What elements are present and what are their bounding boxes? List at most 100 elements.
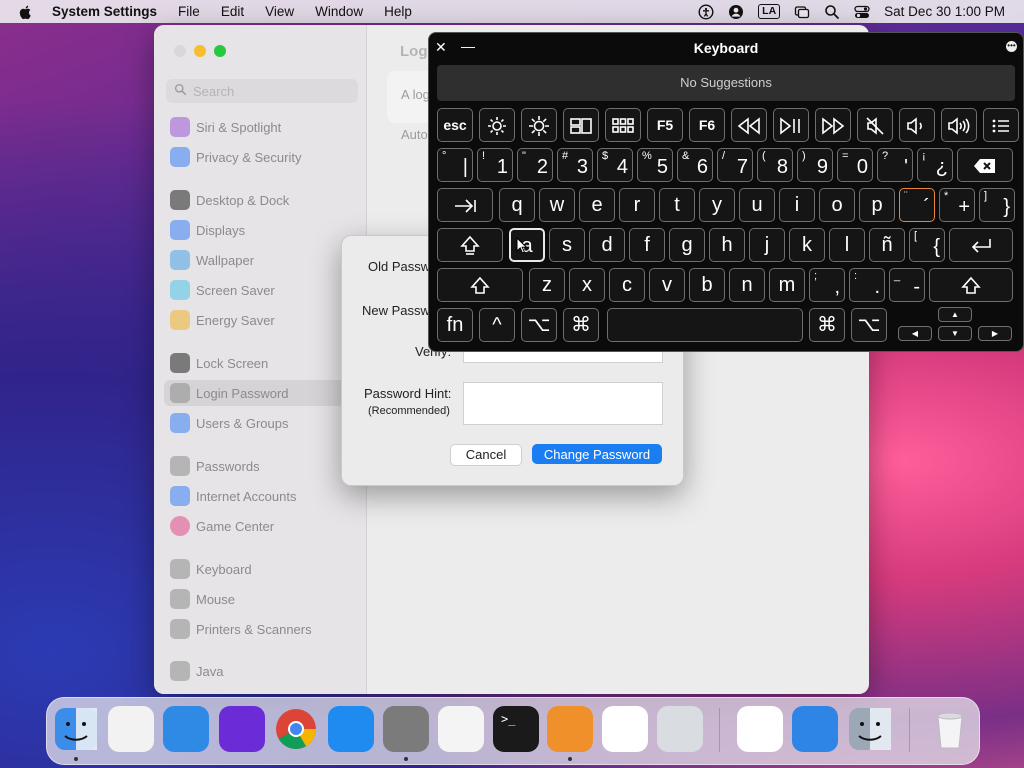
key-f5[interactable]: F5: [647, 108, 683, 142]
key-left-option[interactable]: ⌥: [521, 308, 557, 342]
menu-clock[interactable]: Sat Dec 30 1:00 PM: [884, 4, 1005, 19]
key-mission-control[interactable]: [563, 108, 599, 142]
sidebar-item-mouse[interactable]: Mouse: [164, 586, 354, 612]
key-k[interactable]: k: [789, 228, 825, 262]
key-d[interactable]: d: [589, 228, 625, 262]
key-q-extra-0[interactable]: ¨ ´: [899, 188, 935, 222]
sidebar-item-energy-saver[interactable]: Energy Saver: [164, 307, 354, 333]
key-control[interactable]: ^: [479, 308, 515, 342]
key-r[interactable]: r: [619, 188, 655, 222]
key-z-extra-1[interactable]: :.: [849, 268, 885, 302]
key-num-6[interactable]: & 6: [677, 148, 713, 182]
key-fast-forward[interactable]: [815, 108, 851, 142]
sidebar-item-screen-saver[interactable]: Screen Saver: [164, 277, 354, 303]
key-p[interactable]: p: [859, 188, 895, 222]
key-i[interactable]: i: [779, 188, 815, 222]
key-z[interactable]: z: [529, 268, 565, 302]
key-space[interactable]: [607, 308, 803, 342]
key-n[interactable]: n: [729, 268, 765, 302]
key-h[interactable]: h: [709, 228, 745, 262]
key-tab[interactable]: [437, 188, 493, 222]
dock-app-terminal[interactable]: >_: [493, 706, 539, 752]
key-caps-lock[interactable]: [437, 228, 503, 262]
key-q[interactable]: q: [499, 188, 535, 222]
key-num-10[interactable]: = 0: [837, 148, 873, 182]
menu-view[interactable]: View: [265, 4, 294, 19]
menu-app-name[interactable]: System Settings: [52, 4, 157, 19]
key-dictation[interactable]: [983, 108, 1019, 142]
key-w[interactable]: w: [539, 188, 575, 222]
zoom-window-button[interactable]: [214, 45, 226, 57]
key-left-command[interactable]: ⌘: [563, 308, 599, 342]
key-b[interactable]: b: [689, 268, 725, 302]
dock-app-system-settings[interactable]: [383, 706, 429, 752]
apple-menu-icon[interactable]: [18, 4, 36, 20]
key-c[interactable]: c: [609, 268, 645, 302]
sidebar-item-lock-screen[interactable]: Lock Screen: [164, 350, 354, 376]
key-right-command[interactable]: ⌘: [809, 308, 845, 342]
dock-app-firefox[interactable]: [219, 706, 265, 752]
dock-app-weather[interactable]: [792, 706, 838, 752]
menu-edit[interactable]: Edit: [221, 4, 244, 19]
key-z-extra-0[interactable]: ;,: [809, 268, 845, 302]
key-num-7[interactable]: /7: [717, 148, 753, 182]
sidebar-item-keyboard[interactable]: Keyboard: [164, 556, 354, 582]
sidebar-item-internet-accounts[interactable]: Internet Accounts: [164, 483, 354, 509]
user-account-icon[interactable]: [728, 4, 744, 20]
input-source-badge[interactable]: LA: [758, 4, 781, 19]
key-num-3[interactable]: #3: [557, 148, 593, 182]
key-return[interactable]: [949, 228, 1013, 262]
key-j[interactable]: j: [749, 228, 785, 262]
key-t[interactable]: t: [659, 188, 695, 222]
key-num-12[interactable]: ¡ ¿: [917, 148, 953, 182]
key-q-extra-1[interactable]: * +: [939, 188, 975, 222]
key-num-1[interactable]: ! 1: [477, 148, 513, 182]
close-window-button[interactable]: [174, 45, 186, 57]
sidebar-item-siri-spotlight[interactable]: Siri & Spotlight: [164, 114, 354, 140]
sidebar-item-game-center[interactable]: Game Center: [164, 513, 354, 539]
sidebar-item-passwords[interactable]: Passwords: [164, 453, 354, 479]
sidebar-item-users-groups[interactable]: Users & Groups: [164, 410, 354, 436]
dock-app-visual-studio[interactable]: [737, 706, 783, 752]
menu-help[interactable]: Help: [384, 4, 412, 19]
menu-window[interactable]: Window: [315, 4, 363, 19]
password-hint-field[interactable]: [463, 382, 663, 425]
sidebar-item-java[interactable]: Java: [164, 658, 354, 684]
key-num-5[interactable]: % 5: [637, 148, 673, 182]
dock-app-app-store[interactable]: [328, 706, 374, 752]
key-brightness-up[interactable]: [521, 108, 557, 142]
key-delete[interactable]: [957, 148, 1013, 182]
key-play-pause[interactable]: [773, 108, 809, 142]
key-esc[interactable]: esc: [437, 108, 473, 142]
key-l[interactable]: l: [829, 228, 865, 262]
key-ñ[interactable]: ñ: [869, 228, 905, 262]
spotlight-search-icon[interactable]: [824, 4, 840, 20]
key-num-9[interactable]: ) 9: [797, 148, 833, 182]
key-right-shift[interactable]: [929, 268, 1013, 302]
key-mute[interactable]: [857, 108, 893, 142]
key-rewind[interactable]: [731, 108, 767, 142]
sidebar-item-displays[interactable]: Displays: [164, 217, 354, 243]
key-up-arrow[interactable]: ▲: [938, 307, 972, 322]
key-q-extra-2[interactable]: ]}: [979, 188, 1015, 222]
key-a-extra[interactable]: [{: [909, 228, 945, 262]
more-options-icon[interactable]: •••: [1006, 41, 1017, 52]
dock-app-finder-utility[interactable]: [847, 706, 893, 752]
key-num-8[interactable]: (8: [757, 148, 793, 182]
sidebar-item-wallpaper[interactable]: Wallpaper: [164, 247, 354, 273]
key-right-option[interactable]: ⌥: [851, 308, 887, 342]
dock-app-textedit[interactable]: [438, 706, 484, 752]
change-password-button[interactable]: Change Password: [532, 444, 662, 464]
sidebar-item-privacy-security[interactable]: Privacy & Security: [164, 144, 354, 170]
key-left-arrow[interactable]: ◀: [898, 326, 932, 341]
sidebar-item-desktop-dock[interactable]: Desktop & Dock: [164, 187, 354, 213]
accessibility-icon[interactable]: [698, 3, 714, 20]
menu-file[interactable]: File: [178, 4, 200, 19]
minimize-window-button[interactable]: [194, 45, 206, 57]
key-num-11[interactable]: ? ': [877, 148, 913, 182]
control-center-icon[interactable]: [854, 4, 870, 20]
dock-app-vs-code[interactable]: [602, 706, 648, 752]
sidebar-search-field[interactable]: Search: [166, 79, 358, 103]
dock-app-garageband[interactable]: [547, 706, 593, 752]
key-brightness-down[interactable]: [479, 108, 515, 142]
